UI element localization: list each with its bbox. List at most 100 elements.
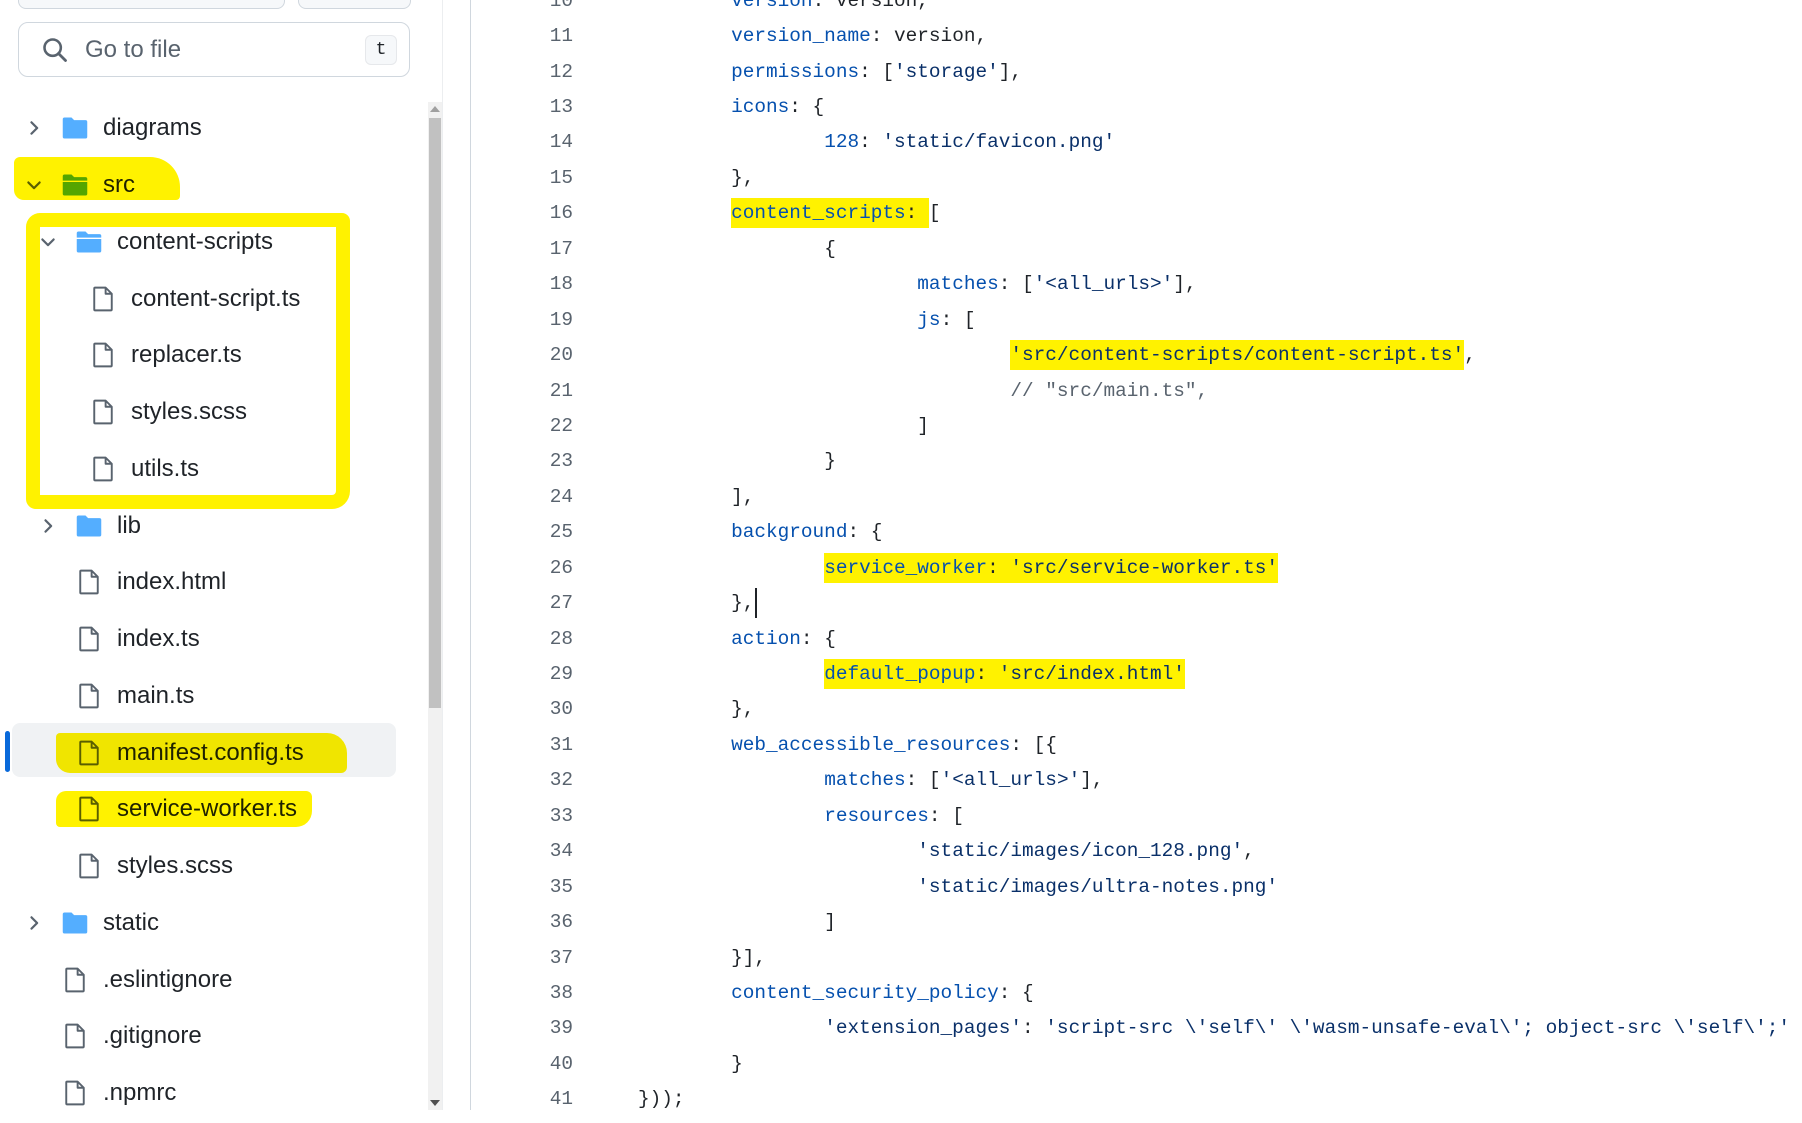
pane-divider[interactable] bbox=[470, 0, 471, 1110]
code-editor[interactable]: 10 version: version, 11 version_name: ver… bbox=[473, 0, 1802, 1123]
branch-button[interactable] bbox=[18, 0, 285, 9]
code-line: 40 } bbox=[473, 1046, 1802, 1081]
line-number[interactable]: 15 bbox=[473, 167, 573, 189]
chevron-right-icon[interactable] bbox=[38, 516, 58, 536]
tree-item[interactable]: content-script.ts bbox=[0, 270, 420, 327]
tree-item[interactable]: content-scripts bbox=[0, 214, 420, 271]
code-token: version bbox=[731, 0, 813, 12]
line-number[interactable]: 30 bbox=[473, 698, 573, 720]
line-number[interactable]: 32 bbox=[473, 769, 573, 791]
code-line: 23 } bbox=[473, 444, 1802, 479]
line-number[interactable]: 18 bbox=[473, 273, 573, 295]
code-token: matches bbox=[824, 769, 906, 792]
line-number[interactable]: 33 bbox=[473, 805, 573, 827]
tree-item[interactable]: static bbox=[0, 895, 420, 952]
line-number[interactable]: 29 bbox=[473, 663, 573, 685]
tree-item-label: manifest.config.ts bbox=[117, 738, 304, 766]
go-to-file-input[interactable]: Go to file t bbox=[18, 22, 410, 77]
line-number[interactable]: 14 bbox=[473, 131, 573, 153]
tree-item-label: replacer.ts bbox=[131, 341, 242, 369]
code-token: : version, bbox=[812, 0, 929, 12]
tree-item[interactable]: .eslintignore bbox=[0, 951, 420, 1008]
code-line: 28 action: { bbox=[473, 621, 1802, 656]
tree-item[interactable]: service-worker.ts bbox=[0, 781, 420, 838]
scroll-down-arrow-icon[interactable] bbox=[430, 1100, 440, 1106]
line-number[interactable]: 11 bbox=[473, 25, 573, 47]
line-number[interactable]: 36 bbox=[473, 911, 573, 933]
folder-icon bbox=[62, 912, 88, 934]
line-number[interactable]: 31 bbox=[473, 734, 573, 756]
chevron-down-icon[interactable] bbox=[38, 232, 58, 252]
chevron-down-icon[interactable] bbox=[24, 175, 44, 195]
code-token: content_security_policy bbox=[731, 981, 999, 1004]
line-number[interactable]: 22 bbox=[473, 415, 573, 437]
line-number[interactable]: 21 bbox=[473, 380, 573, 402]
line-number[interactable]: 24 bbox=[473, 486, 573, 508]
tree-item[interactable]: utils.ts bbox=[0, 441, 420, 498]
line-number[interactable]: 25 bbox=[473, 521, 573, 543]
line-number[interactable]: 40 bbox=[473, 1053, 573, 1075]
code-text: background: { bbox=[638, 521, 882, 543]
code-text: // "src/main.ts", bbox=[638, 380, 1208, 402]
code-text: }, bbox=[638, 698, 754, 720]
tree-item[interactable]: replacer.ts bbox=[0, 327, 420, 384]
code-token: : [ bbox=[905, 769, 941, 792]
line-number[interactable]: 37 bbox=[473, 947, 573, 969]
code-token: })); bbox=[638, 1088, 685, 1111]
code-text: { bbox=[638, 238, 836, 260]
line-number[interactable]: 39 bbox=[473, 1017, 573, 1039]
tree-item[interactable]: diagrams bbox=[0, 100, 420, 157]
code-token: '<all_urls>' bbox=[1033, 273, 1174, 296]
line-number[interactable]: 17 bbox=[473, 238, 573, 260]
tree-item[interactable]: index.ts bbox=[0, 611, 420, 668]
tree-item[interactable]: index.html bbox=[0, 554, 420, 611]
tree-item-label: styles.scss bbox=[131, 398, 248, 426]
tree-item[interactable]: styles.scss bbox=[0, 384, 420, 441]
code-token: 'static/favicon.png' bbox=[882, 131, 1116, 154]
chevron-right-icon[interactable] bbox=[24, 913, 44, 933]
line-number[interactable]: 38 bbox=[473, 982, 573, 1004]
line-number[interactable]: 35 bbox=[473, 876, 573, 898]
tree-item[interactable]: .npmrc bbox=[0, 1065, 420, 1110]
code-text: } bbox=[638, 1053, 743, 1075]
code-line: 16 content_scripts: [ bbox=[473, 196, 1802, 231]
tree-item[interactable]: styles.scss bbox=[0, 838, 420, 895]
tree-item-label: .gitignore bbox=[103, 1022, 202, 1050]
line-number[interactable]: 13 bbox=[473, 96, 573, 118]
line-number[interactable]: 41 bbox=[473, 1088, 573, 1110]
line-number[interactable]: 12 bbox=[473, 61, 573, 83]
code-line: 30 }, bbox=[473, 692, 1802, 727]
line-number[interactable]: 34 bbox=[473, 840, 573, 862]
code-token: permissions bbox=[731, 60, 860, 83]
code-token: : bbox=[859, 131, 883, 154]
line-number[interactable]: 28 bbox=[473, 628, 573, 650]
line-number[interactable]: 20 bbox=[473, 344, 573, 366]
code-line: 33 resources: [ bbox=[473, 798, 1802, 833]
line-number[interactable]: 16 bbox=[473, 202, 573, 224]
tree-item[interactable]: main.ts bbox=[0, 668, 420, 725]
tree-item[interactable]: lib bbox=[0, 497, 420, 554]
code-token: ], bbox=[1080, 769, 1104, 792]
tree-item[interactable]: src bbox=[0, 157, 420, 214]
tree-item[interactable]: manifest.config.ts bbox=[0, 724, 420, 781]
scroll-up-arrow-icon[interactable] bbox=[430, 106, 440, 112]
line-number[interactable]: 19 bbox=[473, 309, 573, 331]
line-number[interactable]: 10 bbox=[473, 0, 573, 12]
tree-item[interactable]: .gitignore bbox=[0, 1008, 420, 1065]
chevron-right-icon[interactable] bbox=[24, 118, 44, 138]
toolbar-button-group[interactable] bbox=[298, 0, 411, 9]
sidebar-edge bbox=[442, 0, 443, 1110]
code-token: 'storage' bbox=[894, 60, 999, 83]
code-line: 15 }, bbox=[473, 160, 1802, 195]
sidebar-scrollbar-thumb[interactable] bbox=[429, 118, 441, 708]
line-number[interactable]: 27 bbox=[473, 592, 573, 614]
code-token: action bbox=[731, 627, 801, 650]
line-number[interactable]: 26 bbox=[473, 557, 573, 579]
line-number[interactable]: 23 bbox=[473, 450, 573, 472]
